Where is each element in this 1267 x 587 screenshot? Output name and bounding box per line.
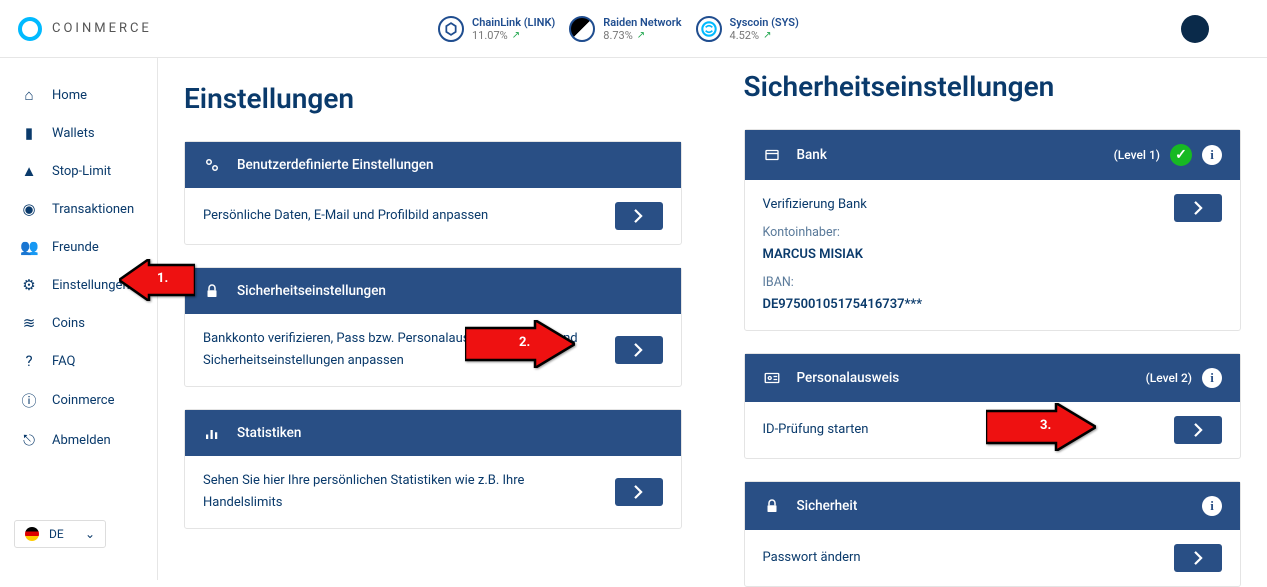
go-security-settings-button[interactable] [615, 336, 663, 364]
panel-security-settings: Sicherheitseinstellungen Bankkonto verif… [184, 267, 682, 387]
verified-check-icon: ✓ [1170, 144, 1192, 166]
friends-icon: 👥 [20, 238, 38, 256]
sidebar-item-coinmerce[interactable]: ⓘCoinmerce [0, 380, 157, 421]
trend-up-icon: ↗ [512, 29, 520, 42]
info-icon[interactable]: i [1202, 145, 1222, 165]
trend-up-icon: ↗ [637, 29, 645, 42]
bank-icon [763, 146, 781, 164]
panel-statistics: Statistiken Sehen Sie hier Ihre persönli… [184, 409, 682, 529]
faq-icon: ? [20, 352, 38, 370]
logo-icon [18, 17, 42, 41]
brand-logo[interactable]: COINMERCE [18, 17, 158, 41]
ticker-item[interactable]: Syscoin (SYS)4.52%↗ [696, 16, 799, 42]
topbar: COINMERCE ChainLink (LINK)11.07%↗ Raiden… [0, 0, 1267, 58]
language-selector[interactable]: DE⌄ [14, 520, 106, 548]
coins-icon: ≋ [20, 314, 38, 332]
settings-column: Einstellungen Benutzerdefinierte Einstel… [158, 58, 708, 580]
annotation-arrow-2: 2. [465, 320, 575, 372]
sidebar-item-logout[interactable]: ⎋Abmelden [0, 421, 157, 459]
go-change-password-button[interactable] [1174, 544, 1222, 572]
sidebar-item-faq[interactable]: ?FAQ [0, 342, 157, 380]
sidebar-item-wallets[interactable]: ▮Wallets [0, 114, 157, 152]
go-id-button[interactable] [1174, 416, 1222, 444]
wallet-icon: ▮ [20, 124, 38, 142]
sidebar-item-home[interactable]: ⌂Home [0, 76, 157, 114]
stats-icon [203, 424, 221, 442]
lock-icon [763, 497, 781, 515]
trend-up-icon: ↗ [763, 29, 771, 42]
raiden-icon [569, 16, 595, 42]
sidebar-item-stoplimit[interactable]: ▲Stop-Limit [0, 152, 157, 190]
sidebar-item-coins[interactable]: ≋Coins [0, 304, 157, 342]
alert-icon: ▲ [20, 162, 38, 180]
ticker-bar: ChainLink (LINK)11.07%↗ Raiden Network8.… [438, 16, 799, 42]
lock-icon [203, 282, 221, 300]
home-icon: ⌂ [20, 86, 38, 104]
chainlink-icon [438, 16, 464, 42]
gears-icon [203, 156, 221, 174]
panel-security: Sicherheit i Passwort ändern [744, 481, 1242, 587]
info-icon[interactable]: i [1202, 496, 1222, 516]
avatar[interactable] [1181, 15, 1209, 43]
logout-icon: ⎋ [20, 431, 38, 449]
ticker-item[interactable]: Raiden Network8.73%↗ [569, 16, 681, 42]
brand-name: COINMERCE [52, 21, 152, 36]
annotation-arrow-1: 1. [119, 259, 195, 305]
page-title: Sicherheitseinstellungen [744, 70, 1242, 103]
sidebar-item-transactions[interactable]: ◉Transaktionen [0, 190, 157, 228]
security-column: Sicherheitseinstellungen Bank (Level 1) … [718, 58, 1267, 580]
page-title: Einstellungen [184, 82, 682, 115]
syscoin-icon [696, 16, 722, 42]
go-custom-settings-button[interactable] [615, 202, 663, 230]
ticker-item[interactable]: ChainLink (LINK)11.07%↗ [438, 16, 555, 42]
chevron-down-icon: ⌄ [85, 527, 95, 541]
info-icon[interactable]: i [1202, 368, 1222, 388]
sidebar: ⌂Home ▮Wallets ▲Stop-Limit ◉Transaktione… [0, 58, 158, 580]
panel-bank: Bank (Level 1) ✓ i Verifizierung Bank Ko… [744, 129, 1242, 331]
swap-icon: ◉ [20, 200, 38, 218]
gear-icon: ⚙ [20, 276, 38, 294]
panel-custom-settings: Benutzerdefinierte Einstellungen Persönl… [184, 141, 682, 245]
go-bank-button[interactable] [1174, 194, 1222, 222]
id-card-icon [763, 369, 781, 387]
go-statistics-button[interactable] [615, 478, 663, 506]
annotation-arrow-3: 3. [986, 403, 1096, 455]
info-icon: ⓘ [20, 390, 38, 411]
flag-de-icon [25, 527, 39, 541]
